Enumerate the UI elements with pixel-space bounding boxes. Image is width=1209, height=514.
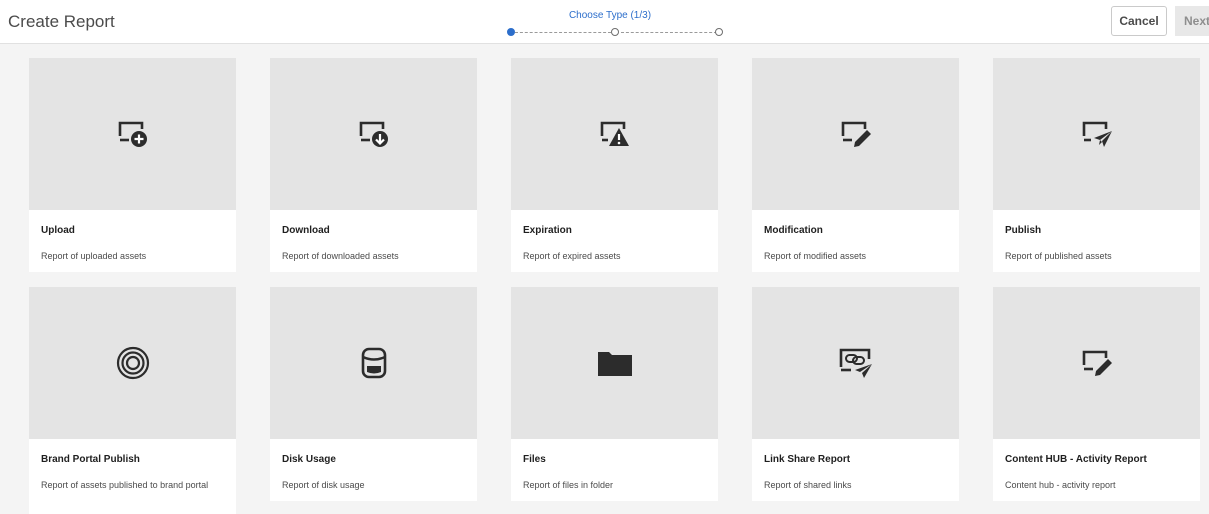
card-thumbnail bbox=[270, 58, 477, 210]
card-title: Brand Portal Publish bbox=[41, 454, 140, 465]
card-description: Report of files in folder bbox=[523, 480, 614, 490]
card-description: Report of modified assets bbox=[764, 251, 867, 261]
report-card-upload[interactable]: Upload Report of uploaded assets bbox=[29, 58, 236, 272]
card-description: Report of uploaded assets bbox=[41, 251, 147, 261]
card-thumbnail bbox=[511, 287, 718, 439]
card-title: Upload bbox=[41, 225, 75, 236]
card-thumbnail bbox=[993, 58, 1200, 210]
content-hub-icon bbox=[1080, 348, 1114, 378]
card-description: Report of shared links bbox=[764, 480, 852, 490]
expiration-icon bbox=[598, 119, 632, 149]
app-header: Create Report Choose Type (1/3) Cancel N… bbox=[0, 0, 1209, 44]
report-card-disk-usage[interactable]: Disk Usage Report of disk usage bbox=[270, 287, 477, 501]
report-card-brand-portal-publish[interactable]: Brand Portal Publish Report of assets pu… bbox=[29, 287, 236, 514]
card-description: Report of published assets bbox=[1005, 251, 1112, 261]
card-thumbnail bbox=[270, 287, 477, 439]
card-description: Content hub - activity report bbox=[1005, 480, 1116, 490]
step-connector bbox=[621, 32, 717, 33]
step-label: Choose Type (1/3) bbox=[568, 10, 652, 21]
report-card-files[interactable]: Files Report of files in folder bbox=[511, 287, 718, 501]
card-thumbnail bbox=[752, 287, 959, 439]
folder-icon bbox=[596, 348, 634, 378]
disk-usage-icon bbox=[361, 347, 387, 379]
card-thumbnail bbox=[993, 287, 1200, 439]
card-title: Expiration bbox=[523, 225, 572, 236]
modification-icon bbox=[839, 119, 873, 149]
wizard-stepper: Choose Type (1/3) bbox=[505, 10, 725, 40]
card-description: Report of disk usage bbox=[282, 480, 365, 490]
card-description: Report of expired assets bbox=[523, 251, 621, 261]
step-connector bbox=[515, 32, 611, 33]
download-icon bbox=[357, 119, 391, 149]
card-title: Files bbox=[523, 454, 546, 465]
report-card-modification[interactable]: Modification Report of modified assets bbox=[752, 58, 959, 272]
card-description: Report of downloaded assets bbox=[282, 251, 399, 261]
publish-icon bbox=[1080, 119, 1114, 149]
report-card-publish[interactable]: Publish Report of published assets bbox=[993, 58, 1200, 272]
report-card-expiration[interactable]: Expiration Report of expired assets bbox=[511, 58, 718, 272]
brand-portal-icon bbox=[116, 346, 150, 380]
card-title: Download bbox=[282, 225, 330, 236]
card-thumbnail bbox=[511, 58, 718, 210]
cancel-button[interactable]: Cancel bbox=[1111, 6, 1167, 36]
report-card-content-hub-activity[interactable]: Content HUB - Activity Report Content hu… bbox=[993, 287, 1200, 501]
card-title: Disk Usage bbox=[282, 454, 336, 465]
report-card-download[interactable]: Download Report of downloaded assets bbox=[270, 58, 477, 272]
page-title: Create Report bbox=[8, 12, 115, 31]
card-thumbnail bbox=[29, 287, 236, 439]
next-button[interactable]: Next bbox=[1175, 6, 1209, 36]
step-2-dot bbox=[611, 28, 619, 36]
card-title: Content HUB - Activity Report bbox=[1005, 454, 1147, 465]
upload-icon bbox=[116, 119, 150, 149]
card-title: Link Share Report bbox=[764, 454, 851, 465]
step-1-dot bbox=[507, 28, 515, 36]
card-description: Report of assets published to brand port… bbox=[41, 480, 209, 490]
step-3-dot bbox=[715, 28, 723, 36]
card-title: Modification bbox=[764, 225, 823, 236]
card-thumbnail bbox=[29, 58, 236, 210]
card-title: Publish bbox=[1005, 225, 1042, 236]
card-thumbnail bbox=[752, 58, 959, 210]
link-share-icon bbox=[838, 347, 874, 379]
report-card-link-share[interactable]: Link Share Report Report of shared links bbox=[752, 287, 959, 501]
